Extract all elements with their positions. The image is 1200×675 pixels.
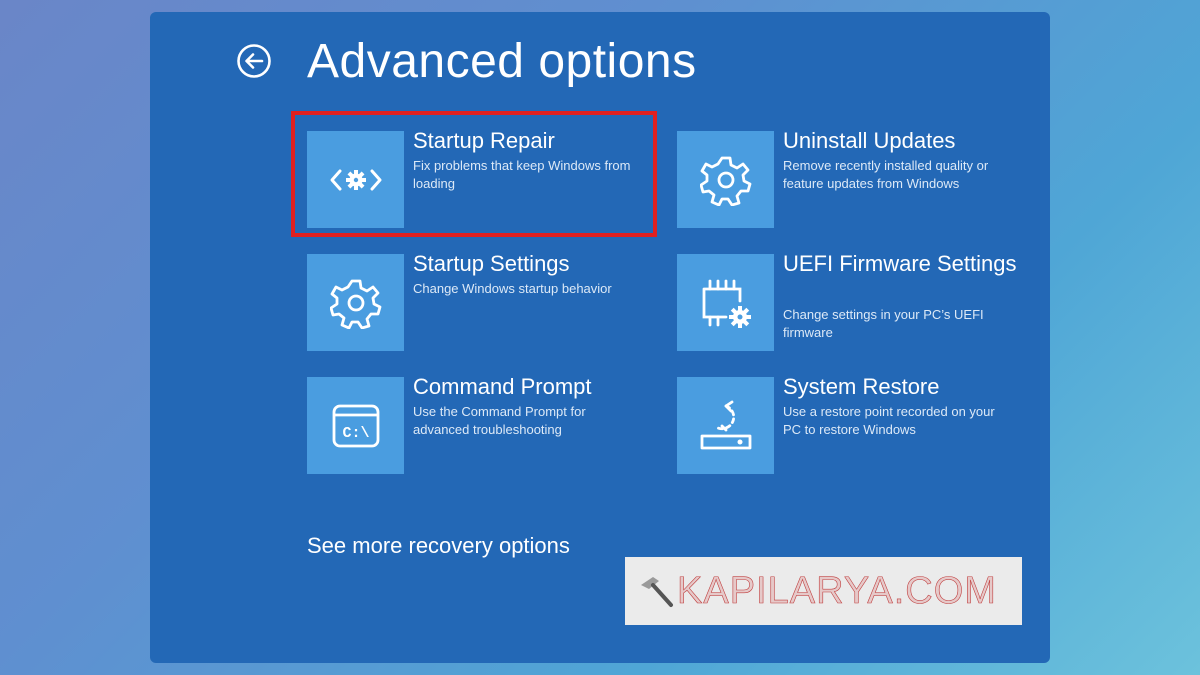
option-description: Change Windows startup behavior	[413, 281, 612, 296]
option-title: System Restore	[783, 374, 940, 399]
back-arrow-circle-icon	[237, 44, 271, 78]
option-icon-box	[677, 254, 774, 351]
option-uninstall-updates[interactable]: Uninstall Updates Remove recently instal…	[677, 128, 1017, 231]
chip-gear-icon	[702, 279, 751, 328]
command-prompt-icon: C:\	[332, 404, 379, 447]
option-system-restore[interactable]: System Restore Use a restore point recor…	[677, 374, 1017, 477]
option-description: Use the Command Prompt for advanced trou…	[413, 404, 586, 437]
option-icon-box	[307, 254, 404, 351]
gear-icon	[699, 156, 751, 206]
option-title: Startup Settings	[413, 251, 570, 276]
option-icon-box	[677, 131, 774, 228]
option-icon-box	[677, 377, 774, 474]
watermark-text: KAPILARYA.COM	[677, 569, 997, 612]
option-uefi-firmware-settings[interactable]: UEFI Firmware Settings Change settings i…	[677, 251, 1017, 354]
page-title: Advanced options	[307, 35, 697, 88]
option-description: Remove recently installed quality or fea…	[783, 158, 989, 191]
option-command-prompt[interactable]: C:\ Command Prompt Use the Command Promp…	[307, 374, 647, 477]
back-button[interactable]	[236, 43, 272, 79]
highlight-box	[291, 111, 657, 237]
option-description: Use a restore point recorded on your PC …	[783, 404, 995, 437]
gear-icon	[329, 279, 381, 329]
see-more-recovery-options-link[interactable]: See more recovery options	[307, 532, 570, 560]
option-icon-box: C:\	[307, 377, 404, 474]
option-title: Command Prompt	[413, 374, 592, 399]
option-title: Uninstall Updates	[783, 128, 956, 153]
option-title: UEFI Firmware Settings	[783, 251, 1017, 276]
command-prompt-icon-text: C:\	[342, 425, 369, 442]
hammer-icon	[635, 571, 675, 616]
watermark: KAPILARYA.COM	[625, 557, 1022, 625]
option-description: Change settings in your PC’s UEFI firmwa…	[783, 307, 984, 340]
option-startup-settings[interactable]: Startup Settings Change Windows startup …	[307, 251, 647, 354]
system-restore-icon	[700, 400, 751, 449]
